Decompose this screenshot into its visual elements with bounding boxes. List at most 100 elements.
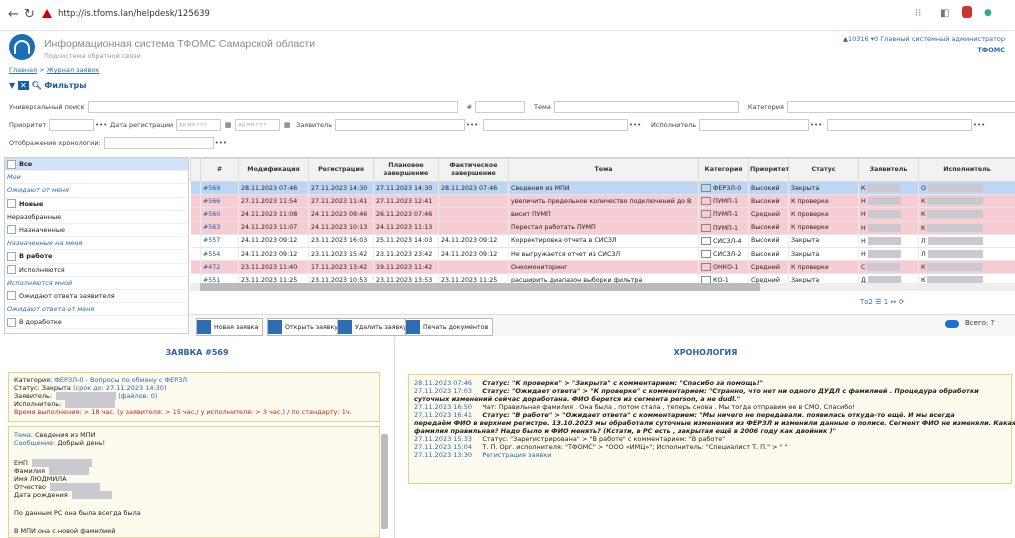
column-header[interactable]: Исполнитель: [918, 158, 1015, 182]
applicant-input[interactable]: [335, 119, 466, 131]
executor-input[interactable]: [699, 119, 810, 131]
hash-label: #: [466, 103, 473, 111]
tree-item[interactable]: Исполняются мной: [5, 277, 188, 290]
reg-date-to-input[interactable]: дд.мм.гггг: [235, 119, 281, 131]
executor-org-input[interactable]: [827, 119, 973, 131]
message-paragraph-2: В МПИ она с новой фамилией: [14, 527, 116, 535]
column-header[interactable]: Модификация: [238, 158, 309, 182]
applicant-org-input[interactable]: [483, 119, 629, 131]
applicant-picker-button[interactable]: •••: [465, 121, 479, 129]
grid-pager[interactable]: То2 ☰ 1 ↔ ⟳: [860, 298, 904, 306]
breadcrumb-home-link[interactable]: Главная: [9, 66, 37, 74]
cell-text: висит ПУМП: [511, 210, 551, 218]
scroll-thumb[interactable]: [200, 283, 760, 291]
chronology-picker-button[interactable]: •••: [214, 139, 228, 147]
table-cell: К: [858, 181, 919, 196]
table-cell: К проверке: [788, 194, 859, 209]
applicant-label: Заявитель:: [14, 392, 53, 400]
executor-org-picker-button[interactable]: •••: [972, 121, 986, 129]
tree-item[interactable]: Новые: [5, 198, 188, 211]
open-ticket-label: Открыть заявку: [285, 323, 339, 331]
tree-item[interactable]: Неразобранные: [5, 211, 188, 224]
reg-date-from-input[interactable]: дд.мм.гггг: [176, 119, 222, 131]
calendar-to-icon[interactable]: ▦: [280, 121, 294, 129]
org-label: ТФОМС: [977, 46, 1005, 54]
cell-text: 25.11.2023 14:03: [376, 237, 433, 245]
topic-input[interactable]: [553, 101, 739, 113]
files-count[interactable]: (файлов: 0): [118, 392, 157, 400]
column-header[interactable]: Плановое завершение: [373, 158, 439, 182]
tree-item-label: Все: [19, 160, 33, 168]
calendar-from-icon[interactable]: ▦: [221, 121, 235, 129]
column-header[interactable]: #: [200, 158, 239, 182]
extensions-icon[interactable]: ⁝⁝: [915, 8, 921, 19]
table-row[interactable]: #554 24.11.2023 09:12 23.11.2023 15:42 23.1…: [190, 247, 1015, 262]
tree-item[interactable]: В доработке: [5, 316, 188, 330]
chronology-label: Отображение хронологии:: [9, 139, 101, 147]
executor-picker-button[interactable]: •••: [809, 121, 823, 129]
tree-item[interactable]: В работе: [5, 250, 188, 264]
table-cell: Не выгружается отчет из СИСЗЛ: [508, 247, 699, 262]
collapse-icon[interactable]: ▼: [9, 81, 15, 90]
bookmark-icon[interactable]: ◧: [940, 8, 949, 19]
tree-item[interactable]: Назначенные на меня: [5, 237, 188, 251]
user-line[interactable]: ▲10316 ▾0 Главный системный администрато…: [843, 34, 1005, 45]
extension-icon[interactable]: ●: [984, 8, 992, 18]
column-header[interactable]: Приоритет: [748, 158, 789, 182]
redacted-block: [927, 184, 984, 193]
tree-item[interactable]: Ожидают ответа от меня: [5, 303, 188, 317]
table-row[interactable]: #560 24.11.2023 11:08 24.11.2023 09:46 26.1…: [190, 207, 1015, 222]
profile-icon[interactable]: [962, 6, 972, 18]
cell-text: ОНКО-1: [713, 264, 739, 272]
table-cell: Высокий: [748, 247, 789, 262]
reload-icon[interactable]: ↻: [24, 7, 35, 22]
new-ticket-button[interactable]: Новая заявка: [196, 318, 264, 336]
chronology-box: 28.11.2023 07:46 Статус: "К проверке" > …: [408, 374, 1015, 484]
open-ticket-button[interactable]: Открыть заявку: [267, 318, 344, 336]
chronology-input[interactable]: [103, 137, 214, 149]
table-row[interactable]: #563 24.11.2023 11:07 24.11.2023 10:13 24.1…: [190, 221, 1015, 235]
new-ticket-label: Новая заявка: [214, 323, 259, 331]
auto-refresh-toggle[interactable]: [945, 320, 959, 328]
tree-item[interactable]: Исполняются: [5, 264, 188, 277]
tree-item[interactable]: Ожидают от меня: [5, 184, 188, 198]
table-cell: Корректировка отчета в СИСЗЛ: [508, 234, 699, 248]
filters-toggle[interactable]: ▼ ✕ 🔍︎ Фильтры: [9, 81, 86, 90]
back-icon[interactable]: ←: [8, 7, 19, 22]
column-header[interactable]: Статус: [788, 158, 859, 182]
tree-item[interactable]: Мои: [5, 171, 188, 185]
cell-text: К: [921, 198, 926, 206]
table-cell: 28.11.2023 07:46: [238, 181, 309, 196]
cell-text: К: [921, 224, 926, 232]
address-bar[interactable]: http://is.tfoms.lan/helpdesk/125639: [58, 9, 210, 19]
applicant-org-picker-button[interactable]: •••: [628, 121, 642, 129]
priority-input[interactable]: [49, 119, 95, 131]
column-header[interactable]: Тема: [508, 158, 699, 182]
column-header[interactable]: Категория: [698, 158, 749, 182]
table-row[interactable]: #472 23.11.2023 11:40 17.11.2023 13:42 19.1…: [190, 260, 1015, 275]
tree-item[interactable]: Назначенные: [5, 224, 188, 238]
category-link[interactable]: ФЕРЗЛ-0 - Вопросы по обмену с ФЕРЗЛ: [54, 376, 187, 384]
tree-item[interactable]: Ожидают ответа заявителя: [5, 290, 188, 304]
horizontal-scrollbar[interactable]: [190, 283, 1015, 291]
table-cell: 24.11.2023 10:13: [308, 221, 374, 235]
category-input[interactable]: [786, 101, 1015, 113]
table-row[interactable]: #557 24.11.2023 09:12 23.11.2023 16:03 25.1…: [190, 234, 1015, 248]
clear-filter-icon[interactable]: ✕: [17, 81, 29, 90]
table-row[interactable]: #569 28.11.2023 07:46 27.11.2023 14:30 27.1…: [190, 181, 1015, 196]
executor-label: Исполнитель: [651, 121, 697, 129]
tickets-grid: # Модификация Регистрация Плановое завершен…: [190, 157, 1015, 284]
column-header[interactable]: Регистрация: [308, 158, 374, 182]
tree-item[interactable]: Все: [5, 158, 188, 172]
ticket-number-input[interactable]: [475, 101, 526, 113]
delete-ticket-button[interactable]: Удалить заявку: [337, 318, 412, 336]
priority-picker-button[interactable]: •••: [94, 121, 108, 129]
print-button[interactable]: Печать документов: [405, 318, 494, 336]
details-scrollbar[interactable]: [381, 434, 388, 529]
insecure-warning-icon[interactable]: [42, 9, 52, 18]
column-header[interactable]: Фактическое завершение: [438, 158, 509, 182]
column-header[interactable]: Заявитель: [858, 158, 919, 182]
table-row[interactable]: #566 27.11.2023 11:54 27.11.2023 11:41 27.1…: [190, 194, 1015, 209]
breadcrumb-current-link[interactable]: Журнал заявок: [47, 66, 100, 74]
universal-search-input[interactable]: [87, 101, 458, 113]
